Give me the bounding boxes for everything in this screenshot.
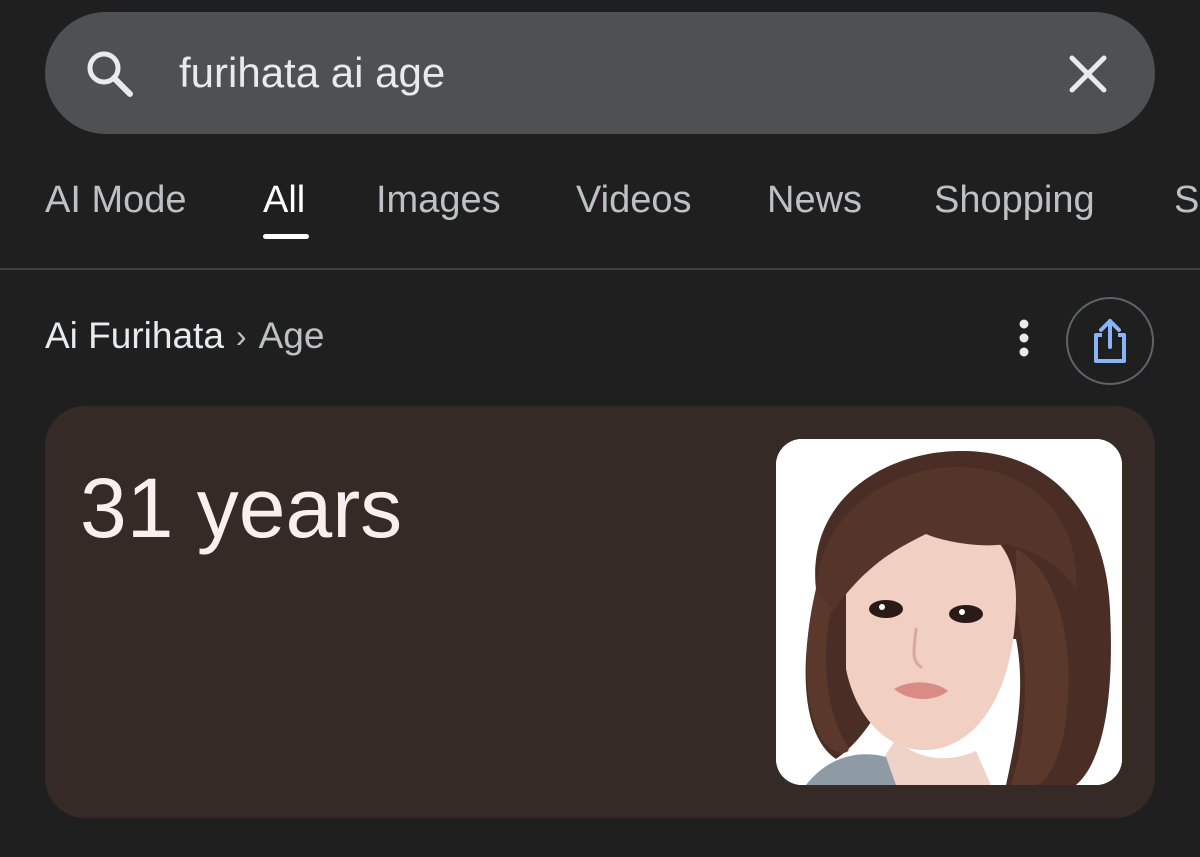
more-options-button[interactable] bbox=[1000, 312, 1048, 364]
tab-videos[interactable]: Videos bbox=[576, 178, 692, 222]
tab-shopping[interactable]: Shopping bbox=[934, 178, 1095, 222]
portrait-image bbox=[776, 439, 1122, 785]
tab-ai-mode[interactable]: AI Mode bbox=[45, 178, 187, 222]
share-button[interactable] bbox=[1066, 297, 1154, 385]
search-tabs: AI Mode All Images Videos News Shopping … bbox=[0, 160, 1200, 270]
breadcrumb-separator: › bbox=[235, 318, 247, 354]
search-results-page: furihata ai age AI Mode All Images Video… bbox=[0, 0, 1200, 857]
share-icon bbox=[1094, 319, 1126, 363]
close-icon bbox=[1069, 55, 1107, 93]
search-input[interactable]: furihata ai age bbox=[179, 44, 445, 102]
clear-search-button[interactable] bbox=[1058, 44, 1118, 104]
tab-more-clipped[interactable]: S bbox=[1174, 178, 1199, 222]
active-tab-indicator bbox=[263, 234, 309, 239]
portrait-photo[interactable] bbox=[776, 439, 1122, 785]
breadcrumb-attribute: Age bbox=[258, 315, 325, 356]
search-icon[interactable] bbox=[82, 46, 138, 102]
tab-all[interactable]: All bbox=[263, 178, 305, 222]
tab-images[interactable]: Images bbox=[376, 178, 501, 222]
tab-news[interactable]: News bbox=[767, 178, 862, 222]
answer-value: 31 years bbox=[80, 461, 403, 555]
breadcrumb-entity[interactable]: Ai Furihata bbox=[45, 314, 224, 358]
breadcrumb: Ai Furihata › Age bbox=[45, 314, 324, 358]
more-vert-icon bbox=[1019, 319, 1029, 357]
tabs-divider bbox=[0, 268, 1200, 270]
